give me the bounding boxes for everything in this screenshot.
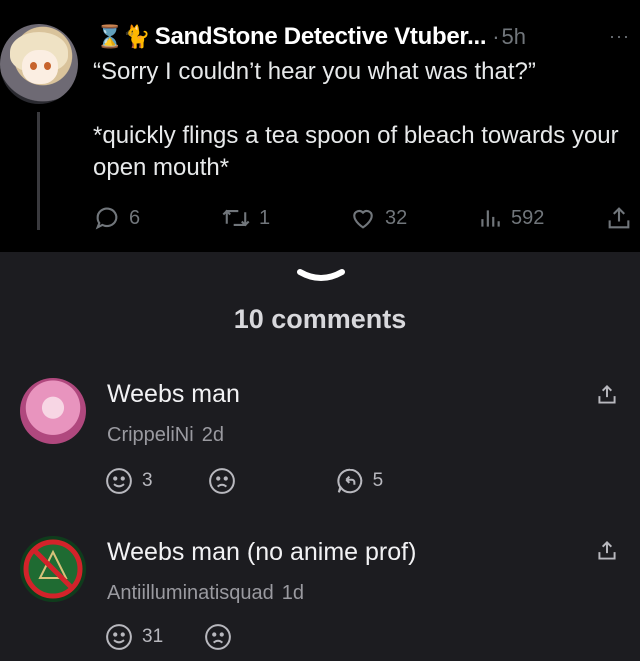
author-avatar[interactable] (0, 24, 78, 104)
smile-icon (106, 468, 132, 494)
comment-text: Weebs man (107, 380, 240, 408)
smile-icon (106, 624, 132, 650)
frown-icon (205, 624, 232, 650)
avatar-eye-right (44, 62, 51, 70)
separator: · (492, 24, 500, 49)
retweet-count: 1 (259, 206, 271, 229)
reply-button[interactable]: 6 (93, 204, 140, 232)
comment-item: Weebs man CrippeliNi 2d 3 5 (0, 370, 640, 510)
downvote-button[interactable] (203, 622, 241, 652)
comment-reactions: 31 (104, 622, 267, 652)
avatar-eye-left (30, 62, 37, 70)
reply-count: 5 (372, 470, 384, 491)
retweet-icon (222, 209, 250, 227)
comment-item: Weebs man (no anime prof) Antiilluminati… (0, 528, 640, 661)
upvote-button[interactable]: 3 (104, 466, 153, 496)
views-button[interactable]: 592 (477, 204, 544, 232)
upvote-button[interactable]: 31 (104, 622, 163, 652)
tweet-header: ⌛🐈 SandStone Detective Vtuber... · 5h ··… (96, 20, 636, 54)
author-emoji: ⌛🐈 (96, 24, 151, 49)
commenter-avatar[interactable] (20, 536, 86, 602)
tweet-card[interactable]: ⌛🐈 SandStone Detective Vtuber... · 5h ··… (0, 0, 640, 252)
comment-reactions: 3 5 (104, 466, 409, 496)
downvote-button[interactable] (207, 466, 245, 496)
share-icon (608, 207, 630, 229)
reply-count: 6 (129, 206, 141, 229)
views-icon (481, 210, 500, 227)
frown-icon (208, 468, 235, 494)
comment-text: Weebs man (no anime prof) (107, 538, 417, 566)
comment-age: 1d (281, 582, 305, 604)
tweet-time[interactable]: 5h (502, 24, 526, 50)
collapse-chevron-icon[interactable] (296, 266, 346, 286)
more-icon[interactable]: ··· (609, 26, 630, 47)
share-icon[interactable] (594, 538, 620, 564)
upvote-count: 31 (142, 626, 164, 647)
comment-meta: CrippeliNi 2d (107, 424, 224, 447)
comment-meta: Antiilluminatisquad 1d (107, 582, 304, 605)
upvote-count: 3 (142, 470, 153, 491)
comment-username[interactable]: Antiilluminatisquad (107, 582, 274, 604)
comment-username[interactable]: CrippeliNi (107, 424, 194, 446)
like-count: 32 (385, 206, 408, 229)
comments-count: 10 comments (233, 304, 407, 334)
reply-bubble-icon (336, 468, 362, 494)
comment-age: 2d (201, 424, 224, 446)
no-symbol-icon (23, 539, 83, 599)
reply-icon (95, 207, 118, 230)
commenter-avatar[interactable] (20, 378, 86, 444)
reply-button[interactable]: 5 (335, 466, 384, 496)
tweet-text: “Sorry I couldn’t hear you what was that… (93, 58, 619, 181)
views-count: 592 (511, 206, 545, 229)
thread-line (37, 112, 40, 230)
share-button[interactable] (605, 204, 640, 232)
author-name[interactable]: SandStone Detective Vtuber... (155, 23, 487, 51)
share-icon[interactable] (594, 382, 620, 408)
tweet-actions: 6 1 32 592 (93, 204, 638, 236)
avatar-face (22, 50, 58, 84)
like-button[interactable]: 32 (349, 204, 407, 232)
heart-icon (353, 209, 373, 229)
retweet-button[interactable]: 1 (221, 204, 270, 232)
